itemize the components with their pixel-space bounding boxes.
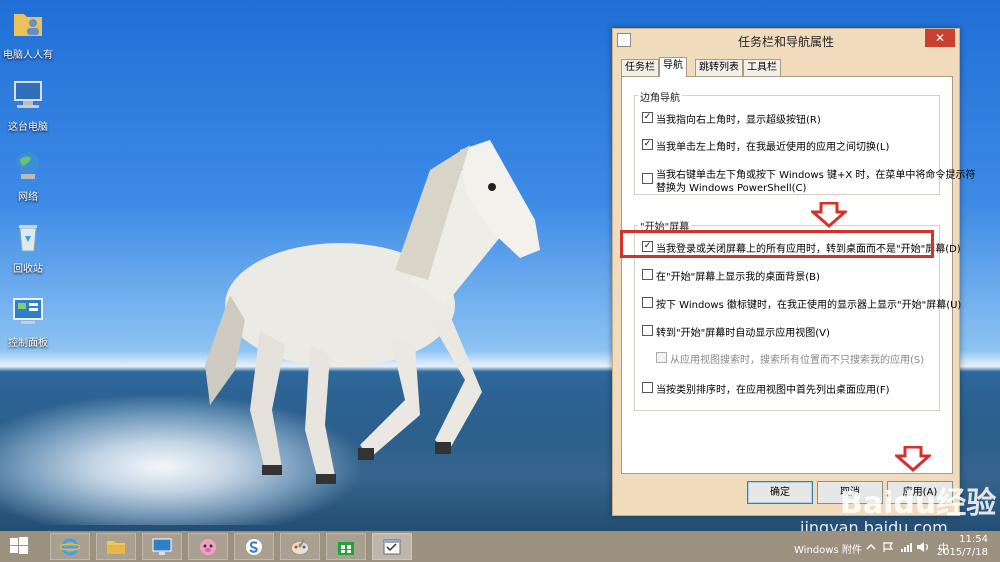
taskbar-navigation-properties-dialog: 任务栏和导航属性 ✕ 任务栏 导航 跳转列表 工具栏 边角导航 ✓ 当我指向右上… (612, 28, 975, 516)
system-tray: Windows 附件 中 11:54 2015/7/18 (790, 531, 1000, 562)
desktop-icon-recycle-bin[interactable]: 回收站 (0, 220, 56, 275)
taskbar-file-explorer[interactable] (96, 533, 136, 560)
desktop-icon-label: 控制面板 (8, 338, 48, 349)
window-icon (383, 539, 401, 555)
tab-toolbars[interactable]: 工具栏 (743, 59, 781, 76)
clock-time[interactable]: 11:54 (959, 534, 988, 545)
desktop-icon-label: 回收站 (13, 264, 43, 275)
computer-icon (14, 81, 42, 108)
pig-icon (200, 539, 216, 555)
ie-icon (60, 538, 80, 556)
white-horse-image (205, 140, 540, 484)
taskbar-ie[interactable] (50, 533, 90, 560)
desktop-icon-label: 这台电脑 (8, 122, 48, 133)
checkbox-show-apps-view[interactable] (642, 325, 653, 336)
sogou-icon (246, 539, 262, 555)
paint-icon (292, 539, 308, 554)
volume-icon[interactable] (916, 541, 930, 553)
folder-user-icon (14, 14, 42, 36)
tab-taskbar[interactable]: 任务栏 (621, 59, 659, 76)
baidu-watermark: Baidu经验 jingyan.baidu.com (800, 478, 1000, 538)
taskbar-properties-window[interactable] (372, 533, 412, 560)
desktop-icon-network[interactable]: 网络 (0, 148, 56, 203)
windows-logo-icon (10, 537, 28, 554)
checkbox-start-on-current-display[interactable] (642, 297, 653, 308)
checkbox-search-everywhere (656, 352, 667, 363)
checkbox-show-desktop-background[interactable] (642, 269, 653, 280)
show-hidden-icons-icon[interactable] (866, 542, 876, 552)
desktop-icon-this-pc[interactable]: 这台电脑 (0, 78, 56, 133)
taskbar: Windows 附件 中 11:54 2015/7/18 (0, 531, 1000, 562)
network-status-icon[interactable] (900, 541, 912, 553)
start-button[interactable] (0, 533, 38, 560)
close-button[interactable]: ✕ (925, 29, 955, 47)
navigation-tab-panel: 边角导航 ✓ 当我指向右上角时，显示超级按钮(R) ✓ 当我单击左上角时，在我最… (621, 76, 975, 474)
tab-jump-lists[interactable]: 跳转列表 (695, 59, 743, 76)
clock-date[interactable]: 2015/7/18 (937, 547, 988, 558)
dialog-title: 任务栏和导航属性 (737, 35, 834, 49)
taskbar-app-pig[interactable] (188, 533, 228, 560)
control-panel-icon (13, 298, 43, 324)
checkbox-replace-powershell[interactable] (642, 173, 653, 184)
store-icon (338, 542, 354, 555)
toolbar-windows-accessories[interactable]: Windows 附件 (794, 541, 862, 556)
checkbox-switch-recent-apps[interactable]: ✓ (642, 139, 653, 150)
checkbox-list-desktop-apps-first[interactable] (642, 382, 653, 393)
close-icon: ✕ (934, 31, 946, 45)
desktop-icon-label: 电脑人人有 (3, 50, 53, 61)
tab-navigation[interactable]: 导航 (659, 57, 687, 77)
desktop-icon-label: 网络 (18, 192, 38, 203)
folder-icon (107, 541, 125, 554)
taskbar-remote-desktop[interactable] (142, 533, 182, 560)
desktop-icon-control-panel[interactable]: 控制面板 (0, 294, 56, 349)
taskbar-sogou[interactable] (234, 533, 274, 560)
action-center-flag-icon[interactable] (882, 541, 894, 553)
taskbar-paint[interactable] (280, 533, 320, 560)
highlight-box (620, 230, 934, 258)
group-label-corner-navigation: 边角导航 (638, 89, 682, 104)
taskbar-store[interactable] (326, 533, 366, 560)
watermark-brand: Baidu经验 (840, 486, 997, 521)
dialog-titlebar[interactable]: 任务栏和导航属性 ✕ (613, 29, 959, 51)
recycle-bin-icon (19, 225, 37, 252)
remote-desktop-icon (152, 538, 172, 555)
down-arrow-icon (895, 446, 931, 472)
checkbox-show-charms[interactable]: ✓ (642, 112, 653, 123)
down-arrow-icon (811, 202, 847, 228)
desktop-icon-user-folder[interactable]: 电脑人人有 (0, 6, 56, 61)
network-icon (17, 152, 39, 179)
